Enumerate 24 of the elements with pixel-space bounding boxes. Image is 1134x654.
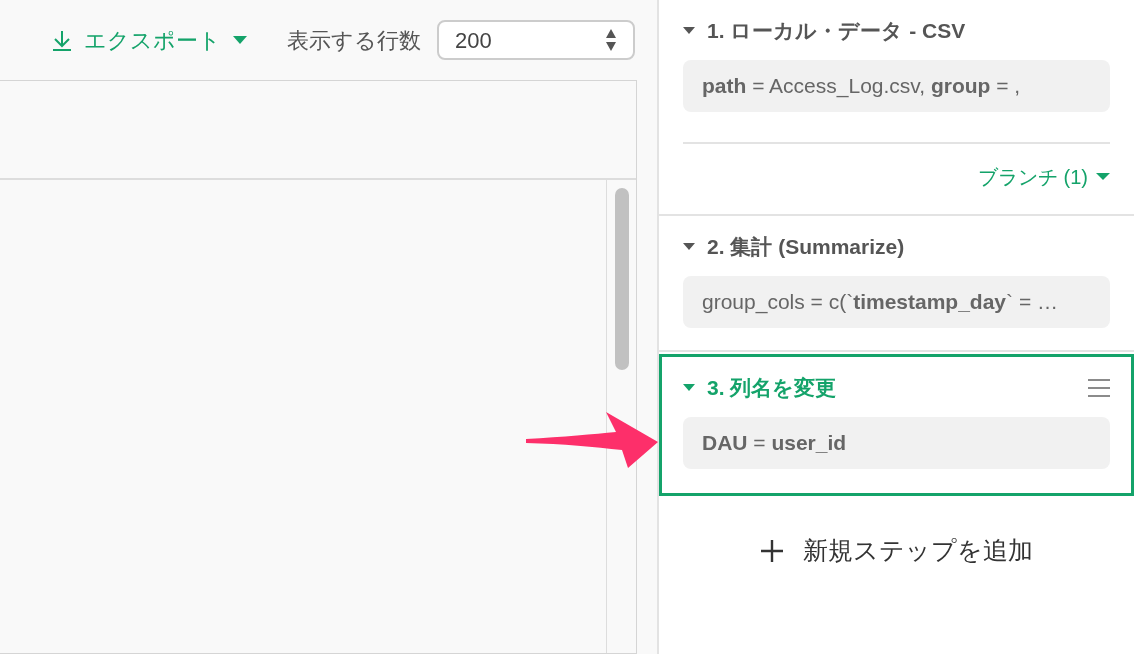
menu-icon[interactable] <box>1088 379 1110 397</box>
step-title: 2. 集計 (Summarize) <box>707 234 905 261</box>
step-card[interactable]: 3. 列名を変更 DAU = user_id <box>659 354 1134 496</box>
caret-icon <box>683 384 695 392</box>
caret-icon <box>1096 173 1110 181</box>
scrollbar-thumb[interactable] <box>614 188 629 370</box>
caret-icon <box>683 243 695 251</box>
rows-select[interactable]: 200 <box>437 20 635 60</box>
add-step-button[interactable]: 新規ステップを追加 <box>760 532 1033 570</box>
step-parameters[interactable]: path = Access_Log.csv, group = , <box>683 60 1110 112</box>
step-card[interactable]: 1. ローカル・データ - CSV path = Access_Log.csv, group = , ブランチ (1) <box>659 0 1134 216</box>
step-card[interactable]: 2. 集計 (Summarize) group_cols = c(`timestamp_day` = … <box>659 216 1134 352</box>
step-title: 3. 列名を変更 <box>707 375 837 402</box>
rows-label: 表示する行数 <box>287 26 421 55</box>
caret-icon <box>683 27 695 35</box>
step-parameters[interactable]: group_cols = c(`timestamp_day` = … <box>683 276 1110 328</box>
caret-icon <box>233 35 247 45</box>
branch-link[interactable]: ブランチ (1) <box>978 162 1110 192</box>
step-parameters[interactable]: DAU = user_id <box>683 417 1110 469</box>
export-button[interactable]: エクスポート <box>52 23 247 57</box>
download-icon <box>52 29 72 51</box>
plus-icon <box>760 539 783 562</box>
stepper-icon <box>605 28 617 52</box>
step-title: 1. ローカル・データ - CSV <box>707 18 966 45</box>
